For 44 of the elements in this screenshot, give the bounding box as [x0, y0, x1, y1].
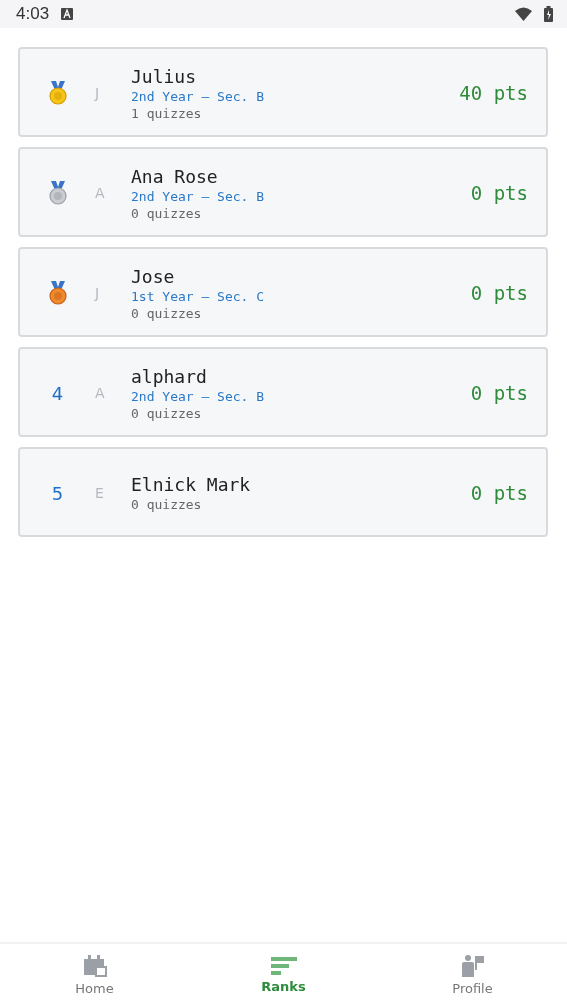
- avatar-initial: A: [95, 185, 105, 201]
- quiz-count: 0 quizzes: [131, 405, 203, 421]
- avatar-initial: A: [95, 385, 105, 401]
- leaderboard-card[interactable]: A Ana Rose 2nd Year — Sec. B 0 quizzes 0 pts: [18, 147, 548, 237]
- year-section: 1st Year — Sec. C: [131, 288, 471, 304]
- nav-tab[interactable]: Profile: [378, 944, 567, 1006]
- student-name: Julius: [131, 65, 198, 87]
- nav-tab[interactable]: Home: [0, 944, 189, 1006]
- student-name: Jose: [131, 265, 176, 287]
- leaderboard-card[interactable]: J Jose 1st Year — Sec. C 0 quizzes 0 pts: [18, 247, 548, 337]
- points: 0 pts: [470, 282, 528, 304]
- nav-tab[interactable]: Ranks: [189, 944, 378, 1006]
- quiz-count: 0 quizzes: [131, 497, 203, 512]
- medal-icon: [48, 181, 67, 205]
- sort-icon: [270, 956, 297, 975]
- student-name: Ana Rose: [131, 165, 219, 187]
- leaderboard-card[interactable]: 4 A alphard 2nd Year — Sec. B 0 quizzes 0 pts: [18, 347, 548, 437]
- points: 40 pts: [459, 82, 528, 104]
- status-time: 4:03: [16, 4, 50, 24]
- year-section: 2nd Year — Sec. B: [131, 88, 460, 104]
- rank-number: 5: [51, 482, 64, 504]
- medal-icon: [48, 281, 67, 305]
- leaderboard-card[interactable]: J Julius 2nd Year — Sec. B 1 quizzes 40 pts: [18, 47, 548, 137]
- rank-number: 4: [51, 382, 64, 404]
- person-flag-icon: [460, 954, 485, 977]
- calendar-icon: [82, 954, 107, 977]
- avatar-initial: J: [95, 285, 100, 301]
- points: 0 pts: [470, 482, 528, 504]
- student-name: Elnick Mark: [131, 474, 252, 495]
- year-section: 2nd Year — Sec. B: [131, 188, 471, 204]
- year-section: 2nd Year — Sec. B: [131, 388, 471, 404]
- wifi-icon: [515, 7, 532, 21]
- notification-icon: [61, 8, 74, 20]
- student-name: alphard: [131, 365, 208, 387]
- points: 0 pts: [470, 382, 528, 404]
- avatar-initial: J: [95, 85, 100, 101]
- battery-icon: [544, 6, 553, 22]
- quiz-count: 1 quizzes: [131, 105, 203, 121]
- quiz-count: 0 quizzes: [131, 305, 203, 321]
- medal-icon: [48, 81, 67, 105]
- avatar-initial: E: [95, 485, 104, 501]
- leaderboard-card[interactable]: 5 E Elnick Mark 0 quizzes 0 pts: [18, 447, 548, 537]
- points: 0 pts: [470, 182, 528, 204]
- quiz-count: 0 quizzes: [131, 205, 203, 221]
